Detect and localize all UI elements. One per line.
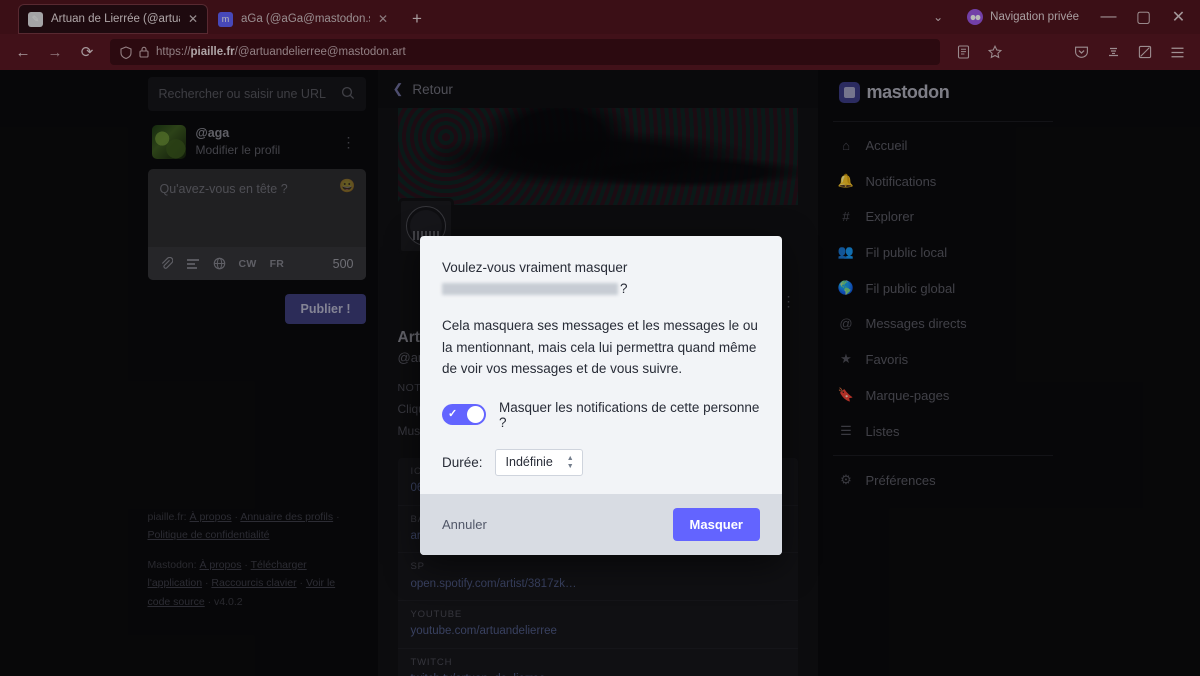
cancel-button[interactable]: Annuler <box>442 517 487 532</box>
check-icon: ✓ <box>448 408 458 421</box>
mute-notifications-toggle[interactable]: ✓ <box>442 404 486 426</box>
mute-notifications-label: Masquer les notifications de cette perso… <box>499 399 760 430</box>
dialog-question: Voulez-vous vraiment masquer ? <box>442 258 760 299</box>
toggle-knob <box>467 406 484 424</box>
redacted-account-name <box>442 282 618 295</box>
duration-row: Durée: Indéfinie ▲ ▼ <box>442 448 760 476</box>
dialog-description: Cela masquera ses messages et les messag… <box>442 318 758 377</box>
stepper-icon: ▲ ▼ <box>566 454 574 470</box>
mute-notifications-row: ✓ Masquer les notifications de cette per… <box>442 400 760 430</box>
dialog-body: Voulez-vous vraiment masquer ? Cela masq… <box>420 236 782 494</box>
browser-window: ✎ Artuan de Lierrée (@artuandelie ✕ m aG… <box>0 0 1200 676</box>
mute-confirmation-dialog: Voulez-vous vraiment masquer ? Cela masq… <box>420 236 782 555</box>
confirm-mute-button[interactable]: Masquer <box>672 507 760 541</box>
dialog-question-suffix: ? <box>620 280 628 296</box>
duration-select[interactable]: Indéfinie ▲ ▼ <box>494 448 583 476</box>
duration-label: Durée: <box>442 454 483 470</box>
duration-value: Indéfinie <box>505 455 553 470</box>
dialog-question-prefix: Voulez-vous vraiment masquer <box>442 260 628 275</box>
dialog-footer: Annuler Masquer <box>420 493 782 555</box>
